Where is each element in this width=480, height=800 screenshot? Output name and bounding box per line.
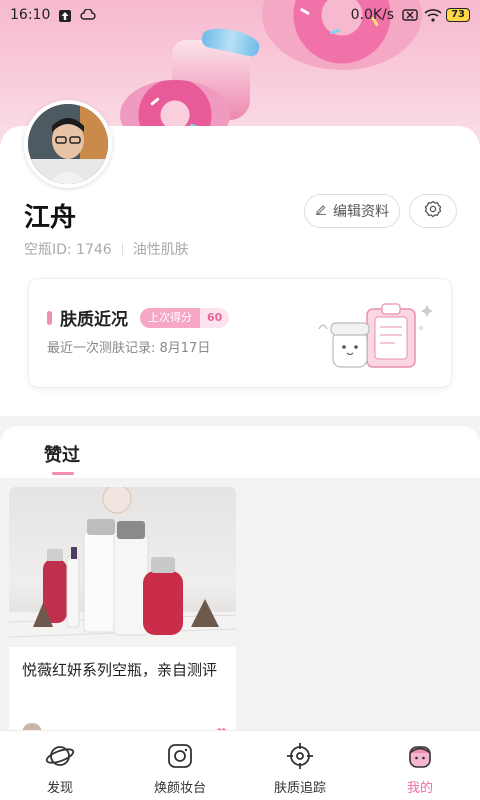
profile-icon [405,741,435,771]
cloud-icon [80,8,96,21]
wifi-icon [424,9,442,22]
nav-label: 肤质追踪 [273,781,326,796]
edit-profile-label: 编辑资料 [333,204,389,220]
clipboard-illustration-icon [309,295,439,375]
post-title[interactable]: 悦薇红妍系列空瓶，亲自测评 [22,659,227,682]
nav-discover[interactable]: 发现 [0,731,120,800]
divider [121,243,123,255]
planet-icon [45,741,75,771]
liked-feed: 悦薇红妍系列空瓶，亲自测评 ♥ [0,478,480,730]
camera-icon [165,741,195,771]
score-value: 60 [200,307,230,328]
bottom-navigation: 发现 焕颜妆台 肤质追踪 我的 [0,730,480,800]
nav-mine[interactable]: 我的 [360,731,480,800]
battery-indicator: 73 [446,8,470,22]
score-label: 上次得分 [140,307,200,328]
skin-title-row: 肤质近况 上次得分 60 [47,305,230,330]
content-tabs: 赞过 [0,426,480,478]
user-id: 空瓶ID: 1746 [24,242,112,258]
skin-type: 油性肌肤 [132,242,189,258]
username: 江舟 [24,203,77,233]
status-bar: 16:10 0.0K/s 73 [0,0,480,30]
nav-skin-tracking[interactable]: 肤质追踪 [240,731,360,800]
sim-off-icon [402,9,418,21]
author-avatar[interactable] [22,723,42,730]
network-speed: 0.0K/s [350,7,395,23]
edit-profile-button[interactable]: 编辑资料 [304,194,400,228]
accent-bar [47,310,52,325]
score-badge: 上次得分 60 [140,307,230,328]
profile-meta: 空瓶ID: 1746 油性肌肤 [24,239,189,259]
tab-liked[interactable]: 赞过 [44,441,80,467]
skin-status-card[interactable]: 肤质近况 上次得分 60 最近一次测肤记录: 8月17日 [28,278,452,388]
last-test-record: 最近一次测肤记录: 8月17日 [47,341,211,356]
nav-label: 焕颜妆台 [153,781,206,796]
nav-label: 发现 [46,781,73,796]
post-image[interactable] [9,487,236,647]
target-icon [285,741,315,771]
upload-icon [58,9,72,22]
post-footer: ♥ [22,723,227,730]
gear-icon [424,200,442,222]
nav-makeup-mirror[interactable]: 焕颜妆台 [120,731,240,800]
pencil-icon [315,203,327,219]
skin-card-title: 肤质近况 [60,310,128,330]
status-time: 16:10 [10,7,51,23]
nav-label: 我的 [406,781,433,796]
settings-button[interactable] [409,194,457,228]
tab-active-indicator [52,472,74,475]
avatar[interactable] [24,100,112,188]
post-card[interactable]: 悦薇红妍系列空瓶，亲自测评 ♥ [9,487,236,730]
